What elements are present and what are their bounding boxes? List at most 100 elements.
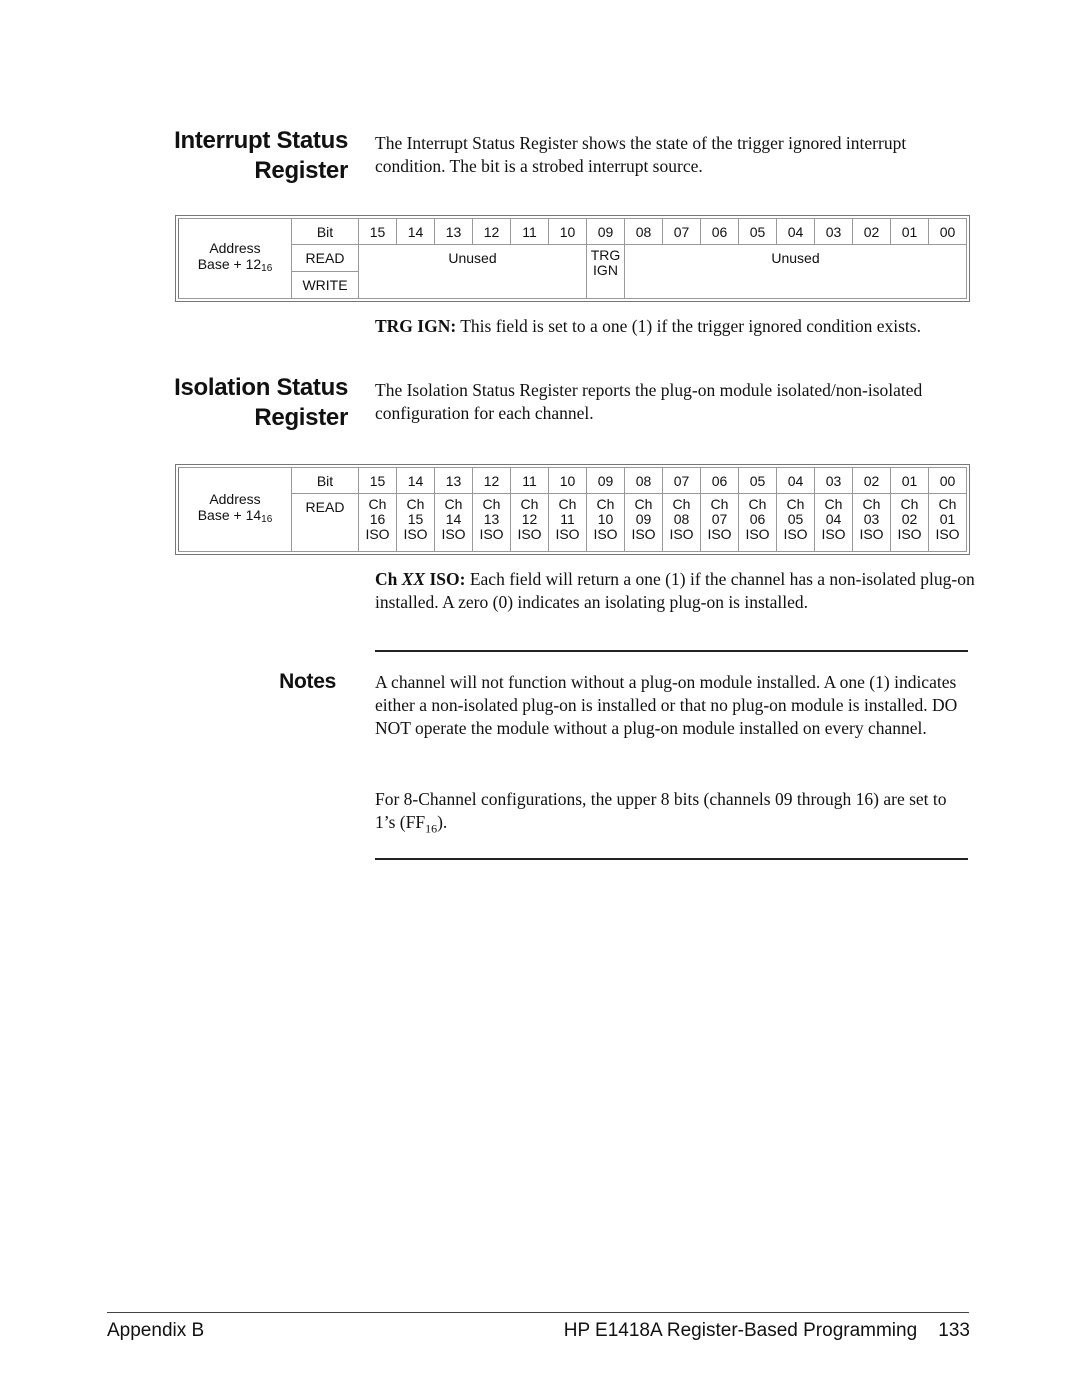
channel-iso-line: ISO [897, 526, 922, 542]
heading-line-1: Isolation Status [174, 374, 348, 401]
channel-iso-field: Ch 16 ISO [358, 493, 397, 552]
channel-iso-line: 11 [560, 511, 575, 527]
trg-ign-line-1: TRG [590, 247, 621, 263]
bit-number: 06 [700, 218, 739, 245]
notes-subscript: 16 [425, 821, 438, 836]
channel-iso-line: 15 [407, 511, 424, 527]
channel-iso-line: ISO [479, 526, 504, 542]
bit-number-row: Address Base + 1216 Bit 15 14 13 12 11 1… [178, 218, 967, 299]
channel-iso-line: 04 [825, 511, 842, 527]
bit-label: Bit [291, 467, 359, 494]
channel-iso-field: Ch 02 ISO [890, 493, 929, 552]
channel-iso-field: Ch 01 ISO [928, 493, 967, 552]
bit-number: 05 [738, 467, 777, 494]
read-label: READ [291, 244, 359, 272]
trg-ign-field: TRG IGN [586, 244, 625, 299]
channel-iso-line: Ch [862, 496, 881, 512]
channel-iso-line: 01 [939, 511, 956, 527]
bit-number: 07 [662, 467, 701, 494]
bit-number: 00 [928, 467, 967, 494]
ch-iso-description: Ch XX ISO: Each field will return a one … [375, 568, 975, 614]
unused-field-lower: Unused [624, 244, 967, 299]
channel-iso-line: 12 [521, 511, 538, 527]
read-row: READ Ch 16 ISO Ch 15 ISO Ch 14 ISO Ch 13 ISO Ch 12 ISO… [179, 493, 967, 552]
channel-iso-line: Ch [824, 496, 843, 512]
channel-iso-line: Ch [596, 496, 615, 512]
channel-iso-line: ISO [631, 526, 656, 542]
isolation-status-register-table: Address Base + 1416 Bit 15 14 13 12 11 10 09 08… [175, 464, 970, 555]
term-italic: XX [401, 569, 426, 589]
bit-number: 08 [624, 467, 663, 494]
channel-iso-line: ISO [745, 526, 770, 542]
notes-bottom-divider [375, 858, 968, 860]
channel-iso-line: ISO [593, 526, 618, 542]
channel-iso-line: 03 [863, 511, 880, 527]
channel-iso-line: ISO [441, 526, 466, 542]
bit-number: 04 [776, 467, 815, 494]
bit-number: 05 [738, 218, 777, 245]
address-base: Base + 1216 [179, 256, 291, 277]
bit-number: 14 [396, 467, 435, 494]
address-cell: Address Base + 1216 [178, 218, 292, 299]
heading-line-1: Interrupt Status [174, 127, 348, 154]
bit-number: 10 [548, 467, 587, 494]
bit-number: 11 [510, 467, 549, 494]
channel-iso-line: Ch [938, 496, 957, 512]
notes-paragraph-2: For 8-Channel configurations, the upper … [375, 788, 970, 841]
bit-number: 15 [358, 218, 397, 245]
unused-field-upper: Unused [358, 244, 587, 299]
channel-iso-line: Ch [634, 496, 653, 512]
channel-iso-line: 05 [787, 511, 804, 527]
bit-number: 14 [396, 218, 435, 245]
bit-label: Bit [291, 218, 359, 245]
bit-number: 01 [890, 218, 929, 245]
term-description: This field is set to a one (1) if the tr… [456, 316, 921, 336]
address-base-value: Base + 12 [197, 256, 262, 272]
term-part: Ch [375, 569, 402, 589]
channel-iso-line: ISO [669, 526, 694, 542]
channel-iso-field: Ch 07 ISO [700, 493, 739, 552]
heading-line-2: Register [254, 157, 348, 184]
bit-number: 02 [852, 467, 891, 494]
channel-iso-field: Ch 12 ISO [510, 493, 549, 552]
channel-iso-line: ISO [859, 526, 884, 542]
address-cell: Address Base + 1416 [178, 467, 292, 552]
notes-heading: Notes [279, 670, 336, 693]
write-label: WRITE [291, 271, 359, 299]
address-label: Address [209, 491, 261, 507]
interrupt-status-intro: The Interrupt Status Register shows the … [375, 133, 907, 176]
channel-iso-line: Ch [520, 496, 539, 512]
bit-number: 09 [586, 467, 625, 494]
channel-iso-line: ISO [403, 526, 428, 542]
notes-text-end: ). [437, 812, 448, 832]
channel-iso-field: Ch 15 ISO [396, 493, 435, 552]
channel-iso-line: ISO [935, 526, 960, 542]
channel-iso-line: ISO [365, 526, 390, 542]
bit-number: 15 [358, 467, 397, 494]
bit-number: 12 [472, 467, 511, 494]
interrupt-status-register-table: Address Base + 1216 Bit 15 14 13 12 11 1… [175, 215, 970, 302]
address-label: Address [209, 240, 261, 256]
bit-number: 00 [928, 218, 967, 245]
interrupt-status-heading: Interrupt Status Register [140, 126, 348, 186]
bit-number: 12 [472, 218, 511, 245]
channel-iso-field: Ch 13 ISO [472, 493, 511, 552]
bit-number: 02 [852, 218, 891, 245]
isolation-status-intro: The Isolation Status Register reports th… [375, 380, 923, 423]
channel-iso-line: Ch [748, 496, 767, 512]
bit-number: 10 [548, 218, 587, 245]
bit-number: 11 [510, 218, 549, 245]
channel-iso-line: Ch [900, 496, 919, 512]
bit-number: 13 [434, 467, 473, 494]
address-base-subscript: 16 [261, 514, 273, 525]
channel-iso-field: Ch 05 ISO [776, 493, 815, 552]
bit-number: 01 [890, 467, 929, 494]
bit-number: 09 [586, 218, 625, 245]
isolation-status-heading: Isolation Status Register [140, 373, 348, 433]
footer-title-page: HP E1418A Register-Based Programming 133 [564, 1320, 970, 1342]
channel-iso-line: ISO [783, 526, 808, 542]
channel-iso-line: Ch [444, 496, 463, 512]
bit-number: 13 [434, 218, 473, 245]
channel-iso-field: Ch 09 ISO [624, 493, 663, 552]
channel-iso-line: Ch [710, 496, 729, 512]
